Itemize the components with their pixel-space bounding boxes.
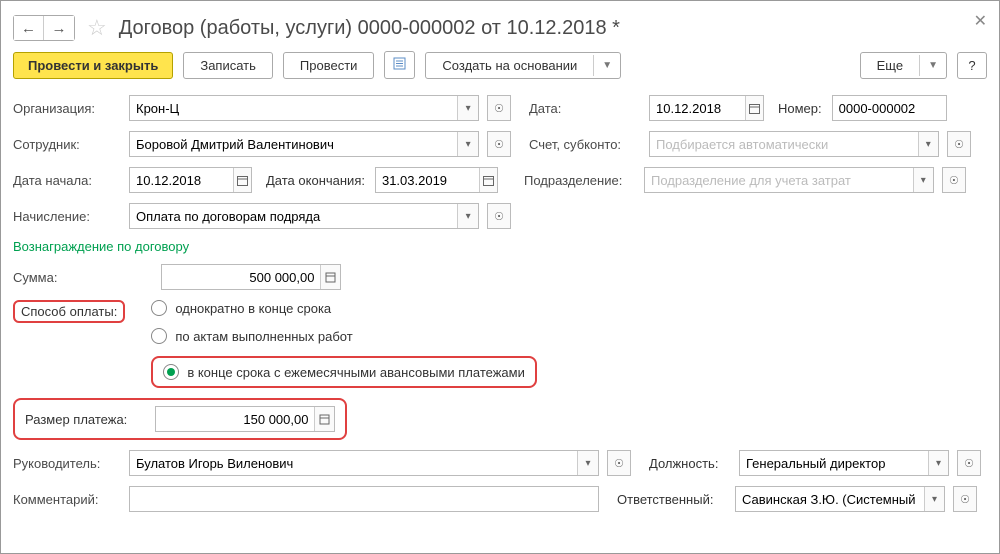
comment-input[interactable] [130, 492, 598, 507]
dropdown-icon[interactable]: ▾ [457, 96, 478, 120]
dropdown-icon[interactable]: ▾ [577, 451, 598, 475]
account-input[interactable] [650, 137, 918, 152]
page-title: Договор (работы, услуги) 0000-000002 от … [119, 17, 620, 40]
number-label: Номер: [778, 101, 822, 116]
open-button[interactable]: ☉ [953, 486, 977, 512]
nav-buttons: ← → [13, 15, 75, 41]
accrual-field[interactable]: ▾ [129, 203, 479, 229]
accrual-input[interactable] [130, 209, 457, 224]
section-title: Вознаграждение по договору [13, 239, 987, 254]
open-button[interactable]: ☉ [487, 95, 511, 121]
radio-once[interactable] [151, 300, 167, 316]
create-based-button[interactable]: Создать на основании ▼ [425, 52, 621, 79]
division-label: Подразделение: [524, 173, 636, 188]
pay-method-label: Способ оплаты: [13, 300, 125, 323]
division-input[interactable] [645, 173, 913, 188]
pay-size-label: Размер платежа: [25, 412, 143, 427]
start-date-field[interactable] [129, 167, 252, 193]
conduct-and-close-button[interactable]: Провести и закрыть [13, 52, 173, 79]
help-button[interactable]: ? [957, 52, 987, 79]
date-label: Дата: [529, 101, 641, 116]
date-input[interactable] [650, 101, 745, 116]
org-input[interactable] [130, 101, 457, 116]
open-button[interactable]: ☉ [607, 450, 631, 476]
end-date-input[interactable] [376, 173, 479, 188]
number-field[interactable] [832, 95, 947, 121]
open-button[interactable]: ☉ [487, 131, 511, 157]
calendar-icon[interactable] [233, 168, 251, 192]
responsible-input[interactable] [736, 492, 924, 507]
org-field[interactable]: ▾ [129, 95, 479, 121]
calculator-icon[interactable] [314, 407, 334, 431]
pay-size-input[interactable] [156, 412, 314, 427]
comment-label: Комментарий: [13, 492, 121, 507]
dropdown-icon[interactable]: ▾ [918, 132, 938, 156]
open-button[interactable]: ☉ [947, 131, 971, 157]
account-field[interactable]: ▾ [649, 131, 939, 157]
employee-field[interactable]: ▾ [129, 131, 479, 157]
org-label: Организация: [13, 101, 121, 116]
toolbar: Провести и закрыть Записать Провести Соз… [13, 51, 987, 93]
radio-monthly-highlight: в конце срока с ежемесячными авансовыми … [151, 356, 537, 388]
radio-monthly-label: в конце срока с ежемесячными авансовыми … [187, 365, 525, 380]
report-icon-button[interactable] [384, 51, 415, 79]
close-icon[interactable]: ✕ [974, 11, 987, 31]
date-field[interactable] [649, 95, 764, 121]
open-button[interactable]: ☉ [487, 203, 511, 229]
pay-size-field[interactable] [155, 406, 335, 432]
radio-acts-label: по актам выполненных работ [175, 329, 352, 344]
back-button[interactable]: ← [14, 16, 44, 40]
employee-input[interactable] [130, 137, 457, 152]
dropdown-icon[interactable]: ▾ [913, 168, 933, 192]
start-date-input[interactable] [130, 173, 233, 188]
save-button[interactable]: Записать [183, 52, 273, 79]
calendar-icon[interactable] [745, 96, 763, 120]
comment-field[interactable] [129, 486, 599, 512]
chevron-down-icon: ▼ [593, 55, 620, 76]
more-button[interactable]: Еще ▼ [860, 52, 947, 79]
position-input[interactable] [740, 456, 928, 471]
dropdown-icon[interactable]: ▾ [924, 487, 944, 511]
favorite-icon[interactable]: ☆ [87, 15, 107, 41]
sum-label: Сумма: [13, 270, 153, 285]
position-field[interactable]: ▾ [739, 450, 949, 476]
calendar-icon[interactable] [479, 168, 497, 192]
titlebar: ← → ☆ Договор (работы, услуги) 0000-0000… [13, 9, 987, 51]
manager-label: Руководитель: [13, 456, 121, 471]
position-label: Должность: [649, 456, 729, 471]
manager-input[interactable] [130, 456, 577, 471]
dropdown-icon[interactable]: ▾ [457, 204, 478, 228]
end-date-field[interactable] [375, 167, 498, 193]
division-field[interactable]: ▾ [644, 167, 934, 193]
chevron-down-icon: ▼ [919, 55, 946, 76]
accrual-label: Начисление: [13, 209, 121, 224]
open-button[interactable]: ☉ [957, 450, 981, 476]
employee-label: Сотрудник: [13, 137, 121, 152]
sum-field[interactable] [161, 264, 341, 290]
end-date-label: Дата окончания: [266, 173, 365, 188]
radio-monthly[interactable] [163, 364, 179, 380]
radio-once-label: однократно в конце срока [175, 301, 331, 316]
dropdown-icon[interactable]: ▾ [928, 451, 948, 475]
radio-acts[interactable] [151, 328, 167, 344]
number-input[interactable] [833, 101, 946, 116]
start-date-label: Дата начала: [13, 173, 121, 188]
window: ← → ☆ Договор (работы, услуги) 0000-0000… [0, 0, 1000, 554]
account-label: Счет, субконто: [529, 137, 641, 152]
conduct-button[interactable]: Провести [283, 52, 375, 79]
manager-field[interactable]: ▾ [129, 450, 599, 476]
calculator-icon[interactable] [320, 265, 340, 289]
open-button[interactable]: ☉ [942, 167, 966, 193]
form: Организация: ▾ ☉ Дата: Номер: Сотрудник: [13, 93, 987, 512]
sum-input[interactable] [162, 270, 320, 285]
responsible-field[interactable]: ▾ [735, 486, 945, 512]
pay-size-highlight: Размер платежа: [13, 398, 347, 440]
forward-button[interactable]: → [44, 16, 74, 40]
responsible-label: Ответственный: [617, 492, 725, 507]
dropdown-icon[interactable]: ▾ [457, 132, 478, 156]
